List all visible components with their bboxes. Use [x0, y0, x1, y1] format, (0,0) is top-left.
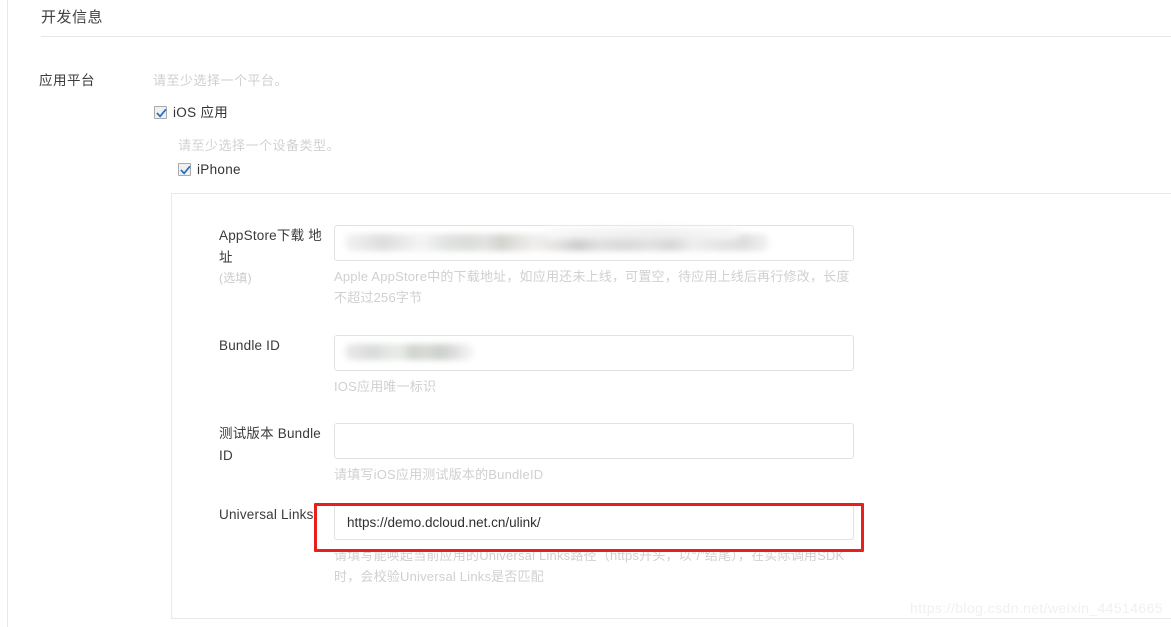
- bundle-id-input[interactable]: [334, 335, 854, 371]
- label-appstore-url-optional: (选填): [219, 271, 252, 285]
- label-bundle-id: Bundle ID: [219, 335, 334, 357]
- page-frame: 开发信息 应用平台 请至少选择一个平台。 iOS 应用 请至少选择一个设备类型。…: [7, 0, 1171, 627]
- device-hint-text: 请至少选择一个设备类型。: [178, 138, 341, 153]
- help-appstore-url: Apple AppStore中的下载地址，如应用还未上线，可置空，待应用上线后再…: [334, 269, 850, 305]
- appstore-url-input[interactable]: [334, 225, 854, 261]
- label-test-bundle-id-line1: 测试版本: [219, 426, 274, 441]
- control-universal-links: 请填写能唤起当前应用的Universal Links路径（https开头，以“/…: [334, 504, 854, 587]
- label-universal-links-line1: Universal: [219, 507, 278, 522]
- label-test-bundle-id: 测试版本 Bundle ID: [219, 423, 334, 467]
- label-appstore-url: AppStore下载 地址 (选填): [219, 225, 334, 288]
- platform-hint-text: 请至少选择一个平台。: [153, 73, 289, 88]
- label-appstore-url-line1: AppStore下载: [219, 228, 305, 243]
- platform-label: 应用平台: [39, 73, 95, 88]
- watermark-text: https://blog.csdn.net/weixin_44514665: [910, 600, 1163, 616]
- ios-settings-panel: AppStore下载 地址 (选填) Apple AppStore中的下载地址，…: [171, 193, 1171, 619]
- control-appstore-url: Apple AppStore中的下载地址，如应用还未上线，可置空，待应用上线后再…: [334, 225, 854, 308]
- checkbox-box-iphone[interactable]: [178, 163, 191, 177]
- checkmark-icon: [156, 109, 167, 118]
- test-bundle-id-input[interactable]: [334, 423, 854, 459]
- label-bundle-id-line1: Bundle ID: [219, 338, 281, 353]
- label-universal-links: Universal Links: [219, 504, 334, 526]
- checkbox-label-iphone: iPhone: [197, 162, 241, 177]
- control-test-bundle-id: 请填写iOS应用测试版本的BundleID: [334, 423, 854, 485]
- checkbox-label-ios: iOS 应用: [173, 105, 229, 120]
- header-divider: [41, 36, 1171, 37]
- control-bundle-id: IOS应用唯一标识: [334, 335, 854, 397]
- checkbox-ios-app[interactable]: iOS 应用: [154, 106, 228, 120]
- help-test-bundle-id: 请填写iOS应用测试版本的BundleID: [334, 467, 544, 482]
- checkbox-box-ios[interactable]: [154, 106, 167, 120]
- help-bundle-id: IOS应用唯一标识: [334, 379, 437, 394]
- page-title: 开发信息: [41, 9, 104, 26]
- checkmark-icon: [180, 166, 191, 175]
- help-universal-links: 请填写能唤起当前应用的Universal Links路径（https开头，以“/…: [334, 548, 845, 584]
- checkbox-iphone[interactable]: iPhone: [178, 163, 241, 177]
- universal-links-input[interactable]: [334, 504, 854, 540]
- label-universal-links-line2: Links: [281, 507, 314, 522]
